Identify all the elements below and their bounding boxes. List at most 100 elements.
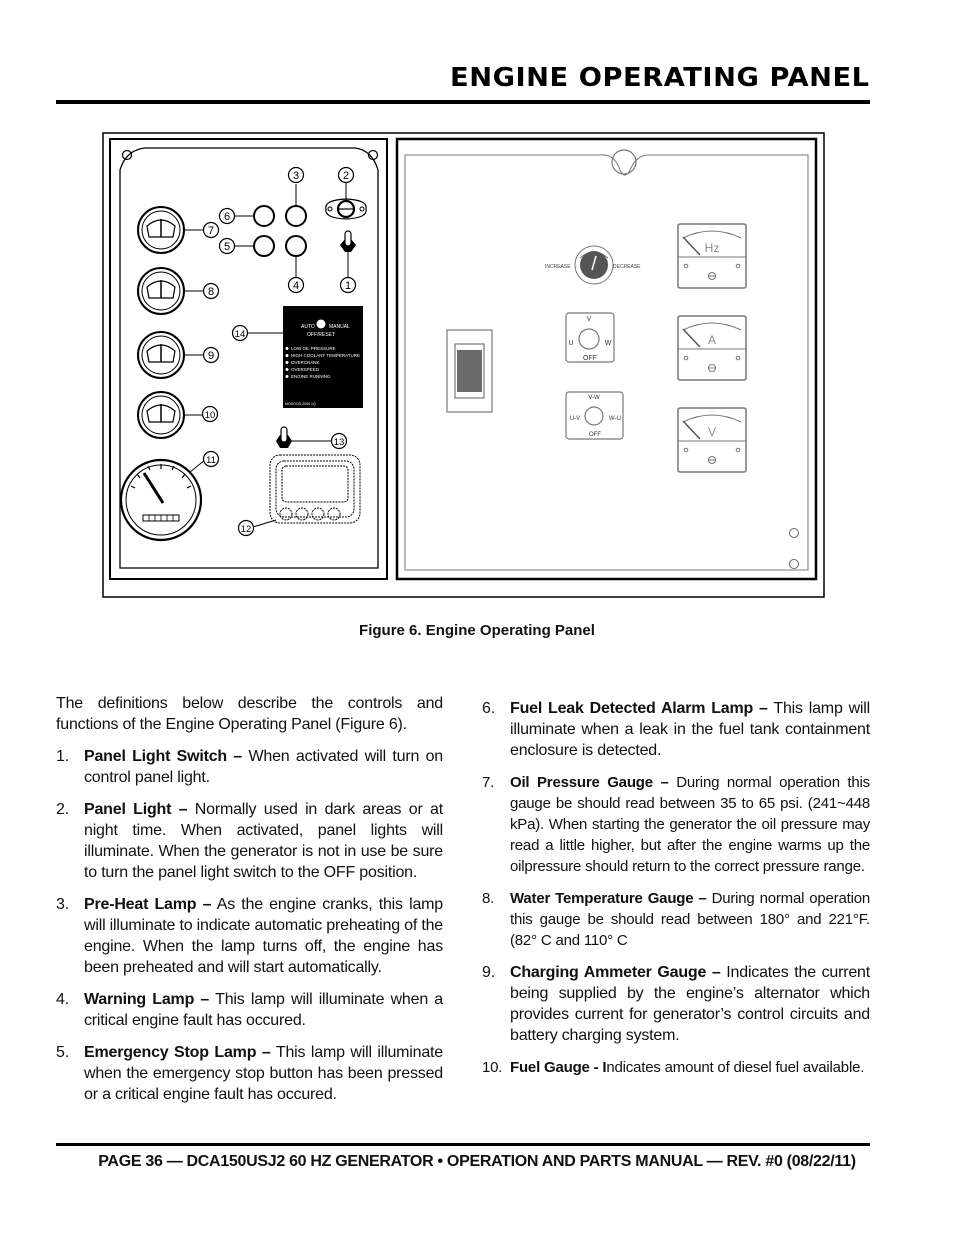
mount-hole-icon (121, 149, 133, 161)
callout-13: 13 (330, 432, 348, 450)
controller-mode-key-icon (316, 319, 326, 329)
callout-5: 5 (218, 237, 236, 255)
oil-pressure-gauge-icon (137, 206, 185, 254)
pre-heat-lamp-icon (285, 205, 307, 227)
callout-label: 8 (208, 286, 214, 298)
callout-label: 9 (208, 350, 214, 362)
meter-v: V (677, 407, 747, 473)
callout-12: 12 (237, 519, 255, 537)
callout-label: 11 (206, 455, 216, 466)
item-label: Fuel Gauge - I (510, 1059, 607, 1076)
callout-7: 7 (202, 221, 220, 239)
callout-9: 9 (202, 346, 220, 364)
definitions-column-left: The definitions below describe the contr… (56, 693, 443, 1116)
meter-unit-label: A (708, 333, 716, 347)
callout-label: 1 (345, 280, 351, 292)
callout-label: 4 (293, 280, 299, 292)
item-label: Charging Ammeter Gauge – (510, 964, 721, 981)
panel-meters: Hz A V (677, 223, 747, 473)
meter-unit-label: Hz (705, 241, 720, 255)
definitions-column-right: 6. Fuel Leak Detected Alarm Lamp – This l… (482, 698, 870, 1089)
callout-label: 13 (334, 437, 345, 448)
controller-model-label: MODOOD-2000 1Q (285, 402, 316, 406)
meter-hz: Hz (677, 223, 747, 289)
item-number: 6. (482, 700, 495, 717)
water-temperature-gauge-icon (137, 267, 185, 315)
hour-meter-icon (269, 454, 361, 524)
switch-u-label: U (568, 340, 573, 347)
callout-label: 10 (205, 410, 216, 421)
switch-v-label: V (587, 316, 592, 323)
indicator-led-icon (285, 375, 289, 378)
fuel-gauge-icon (137, 391, 185, 439)
ammeter-selector-switch: V U W OFF (565, 312, 615, 363)
callout-4: 4 (287, 276, 305, 294)
definition-item: 7. Oil Pressure Gauge – During normal ope… (482, 772, 870, 877)
indicator-label: ENGINE RUNNING (291, 374, 331, 379)
item-label: Emergency Stop Lamp – (84, 1044, 271, 1061)
engine-panel-figure: AUTO MANUAL OFF/RESET LOW OIL PRESSURE HI… (102, 132, 825, 598)
item-number: 5. (56, 1044, 69, 1061)
page-footer: PAGE 36 — DCA150USJ2 60 HZ GENERATOR • O… (98, 1153, 856, 1170)
callout-label: 5 (224, 241, 230, 253)
item-number: 8. (482, 890, 495, 907)
switch-off-label: OFF (583, 355, 597, 362)
definition-item: 3. Pre-Heat Lamp – As the engine cranks, … (56, 894, 443, 978)
decrease-label: DECREASE (613, 264, 641, 270)
indicator-label: OVERCRANK (291, 360, 320, 365)
switch-uv-label: U-V (570, 416, 580, 422)
voltmeter-selector-switch: V-W U-V W-U OFF (565, 391, 624, 440)
callout-11: 11 (202, 450, 220, 468)
callout-1: 1 (339, 276, 357, 294)
item-label: Warning Lamp – (84, 991, 210, 1008)
controller-off-label: OFF/RESET (307, 332, 335, 338)
callout-10: 10 (201, 405, 219, 423)
tachometer-icon (119, 458, 203, 542)
item-label: Panel Light Switch – (84, 748, 243, 765)
generator-control-panel: INCREASE DECREASE V U W OFF V-W U-V W-U … (395, 137, 818, 581)
indicator-label: HIGH COOLANT TEMPERATURE (291, 353, 360, 358)
switch-off-label: OFF (589, 432, 601, 438)
item-number: 10. (482, 1059, 503, 1076)
item-number: 4. (56, 991, 69, 1008)
mount-hole-icon (789, 528, 799, 538)
fuel-leak-alarm-lamp-icon (253, 205, 275, 227)
panel-light-icon (325, 198, 367, 220)
item-number: 1. (56, 748, 69, 765)
item-number: 2. (56, 801, 69, 818)
charging-ammeter-gauge-icon (137, 331, 185, 379)
callout-3: 3 (287, 166, 305, 184)
definition-item: 10. Fuel Gauge - Indicates amount of dies… (482, 1057, 870, 1078)
item-number: 3. (56, 896, 69, 913)
auto-start-controller: AUTO MANUAL OFF/RESET LOW OIL PRESSURE HI… (283, 306, 363, 408)
engine-control-panel: AUTO MANUAL OFF/RESET LOW OIL PRESSURE HI… (109, 138, 388, 580)
definition-item: 1. Panel Light Switch – When activated wi… (56, 746, 443, 788)
callout-8: 8 (202, 282, 220, 300)
item-label: Pre-Heat Lamp – (84, 896, 212, 913)
item-text: ndicates amount of diesel fuel available… (606, 1059, 865, 1076)
controller-auto-label: AUTO (301, 324, 315, 330)
indicator-led-icon (285, 354, 289, 357)
meter-unit-label: V (708, 425, 716, 439)
voltage-regulator-knob: INCREASE DECREASE (545, 245, 641, 285)
meter-a: A (677, 315, 747, 381)
item-label: Panel Light – (84, 801, 188, 818)
definition-item: 9. Charging Ammeter Gauge – Indicates the… (482, 962, 870, 1046)
circuit-breaker-icon (446, 329, 493, 413)
item-label: Fuel Leak Detected Alarm Lamp – (510, 700, 768, 717)
callout-label: 6 (224, 211, 230, 223)
indicator-label: LOW OIL PRESSURE (291, 346, 336, 351)
callout-label: 7 (208, 225, 214, 237)
callout-6: 6 (218, 207, 236, 225)
footer-rule (56, 1143, 870, 1146)
callout-label: 12 (241, 524, 252, 535)
emergency-stop-lamp-icon (253, 235, 275, 257)
indicator-led-icon (285, 368, 289, 371)
intro-paragraph: The definitions below describe the contr… (56, 695, 443, 733)
increase-label: INCREASE (545, 264, 571, 270)
hour-meter-toggle-switch-icon (276, 426, 292, 448)
callout-14: 14 (231, 324, 249, 342)
warning-lamp-icon (285, 235, 307, 257)
callout-label: 14 (235, 329, 246, 340)
controller-manual-label: MANUAL (329, 324, 350, 330)
